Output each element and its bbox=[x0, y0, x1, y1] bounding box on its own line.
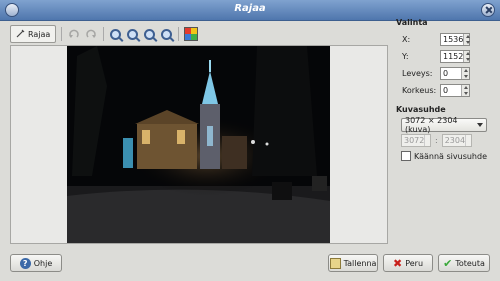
height-label: Korkeus: bbox=[402, 86, 437, 95]
width-spinner-arrows[interactable] bbox=[461, 68, 469, 79]
aspect-ratio-select[interactable]: 3072 × 2304 (kuva) bbox=[401, 116, 487, 134]
crop-tool-button[interactable]: Rajaa bbox=[10, 25, 57, 43]
y-value[interactable]: 1152 bbox=[441, 52, 463, 61]
settings-panel: Valinta X: 1536 Y: 1152 Leveys: 0 Korkeu… bbox=[396, 18, 496, 163]
save-button-label: Tallenna bbox=[343, 258, 377, 268]
y-spinner-arrows[interactable] bbox=[463, 51, 470, 62]
selection-title: Valinta bbox=[396, 18, 428, 27]
window-close-button[interactable] bbox=[481, 3, 495, 17]
swap-ratio-option[interactable]: Käännä sivusuhde bbox=[401, 149, 496, 163]
help-button-label: Ohje bbox=[33, 258, 53, 268]
y-spinner[interactable]: 1152 bbox=[440, 50, 470, 63]
color-icon[interactable] bbox=[184, 27, 199, 42]
save-icon bbox=[329, 257, 341, 269]
toolbar-separator bbox=[102, 27, 104, 41]
x-spinner-arrows[interactable] bbox=[463, 34, 470, 45]
height-value[interactable]: 0 bbox=[441, 86, 461, 95]
help-button[interactable]: ? Ohje bbox=[10, 254, 62, 272]
save-button[interactable]: Tallenna bbox=[328, 254, 378, 272]
window-title: Rajaa bbox=[234, 3, 266, 14]
crop-dialog: Rajaa Rajaa Valinta X: 1536 Y: 1152 Leve… bbox=[0, 0, 500, 281]
cancel-icon: ✖ bbox=[392, 256, 403, 270]
width-label: Leveys: bbox=[402, 69, 433, 78]
x-value[interactable]: 1536 bbox=[441, 35, 463, 44]
check-icon: ✔ bbox=[443, 256, 453, 270]
image-canvas[interactable] bbox=[10, 45, 388, 244]
aspect-title: Kuvasuhde bbox=[396, 105, 446, 114]
ratio-width-spinner: 3072 bbox=[401, 134, 431, 147]
width-value[interactable]: 0 bbox=[441, 69, 461, 78]
toolbar-separator bbox=[61, 27, 63, 41]
help-icon: ? bbox=[19, 257, 31, 269]
chevron-down-icon bbox=[477, 123, 483, 127]
height-spinner[interactable]: 0 bbox=[440, 84, 470, 97]
apply-button[interactable]: ✔ Toteuta bbox=[438, 254, 490, 272]
cancel-button-label: Peru bbox=[405, 258, 424, 268]
zoom-out-icon[interactable] bbox=[126, 27, 140, 42]
zoom-in-icon[interactable] bbox=[109, 27, 123, 42]
width-spinner[interactable]: 0 bbox=[440, 67, 470, 80]
crop-tool-label: Rajaa bbox=[28, 29, 51, 39]
cancel-button[interactable]: ✖ Peru bbox=[383, 254, 433, 272]
height-spinner-arrows[interactable] bbox=[461, 85, 469, 96]
ratio-width-value: 3072 bbox=[404, 136, 425, 145]
zoom-original-icon[interactable] bbox=[159, 27, 173, 42]
apply-button-label: Toteuta bbox=[455, 258, 485, 268]
rotate-left-icon[interactable] bbox=[67, 27, 81, 42]
ratio-separator: : bbox=[435, 136, 438, 145]
toolbar: Rajaa bbox=[10, 24, 199, 44]
photo-preview[interactable] bbox=[67, 46, 330, 243]
zoom-fit-icon[interactable] bbox=[142, 27, 156, 42]
ratio-height-value: 2304 bbox=[444, 136, 466, 145]
y-label: Y: bbox=[402, 52, 409, 61]
toolbar-separator bbox=[178, 27, 180, 41]
x-label: X: bbox=[402, 35, 411, 44]
swap-ratio-checkbox[interactable] bbox=[401, 151, 411, 161]
ratio-height-spinner: 2304 bbox=[441, 134, 472, 147]
x-spinner[interactable]: 1536 bbox=[440, 33, 470, 46]
aspect-ratio-value: 3072 × 2304 (kuva) bbox=[405, 116, 458, 134]
swap-ratio-label: Käännä sivusuhde bbox=[414, 151, 487, 161]
rotate-right-icon[interactable] bbox=[84, 27, 98, 42]
crop-icon bbox=[16, 29, 25, 40]
night-church-photo bbox=[67, 46, 330, 243]
